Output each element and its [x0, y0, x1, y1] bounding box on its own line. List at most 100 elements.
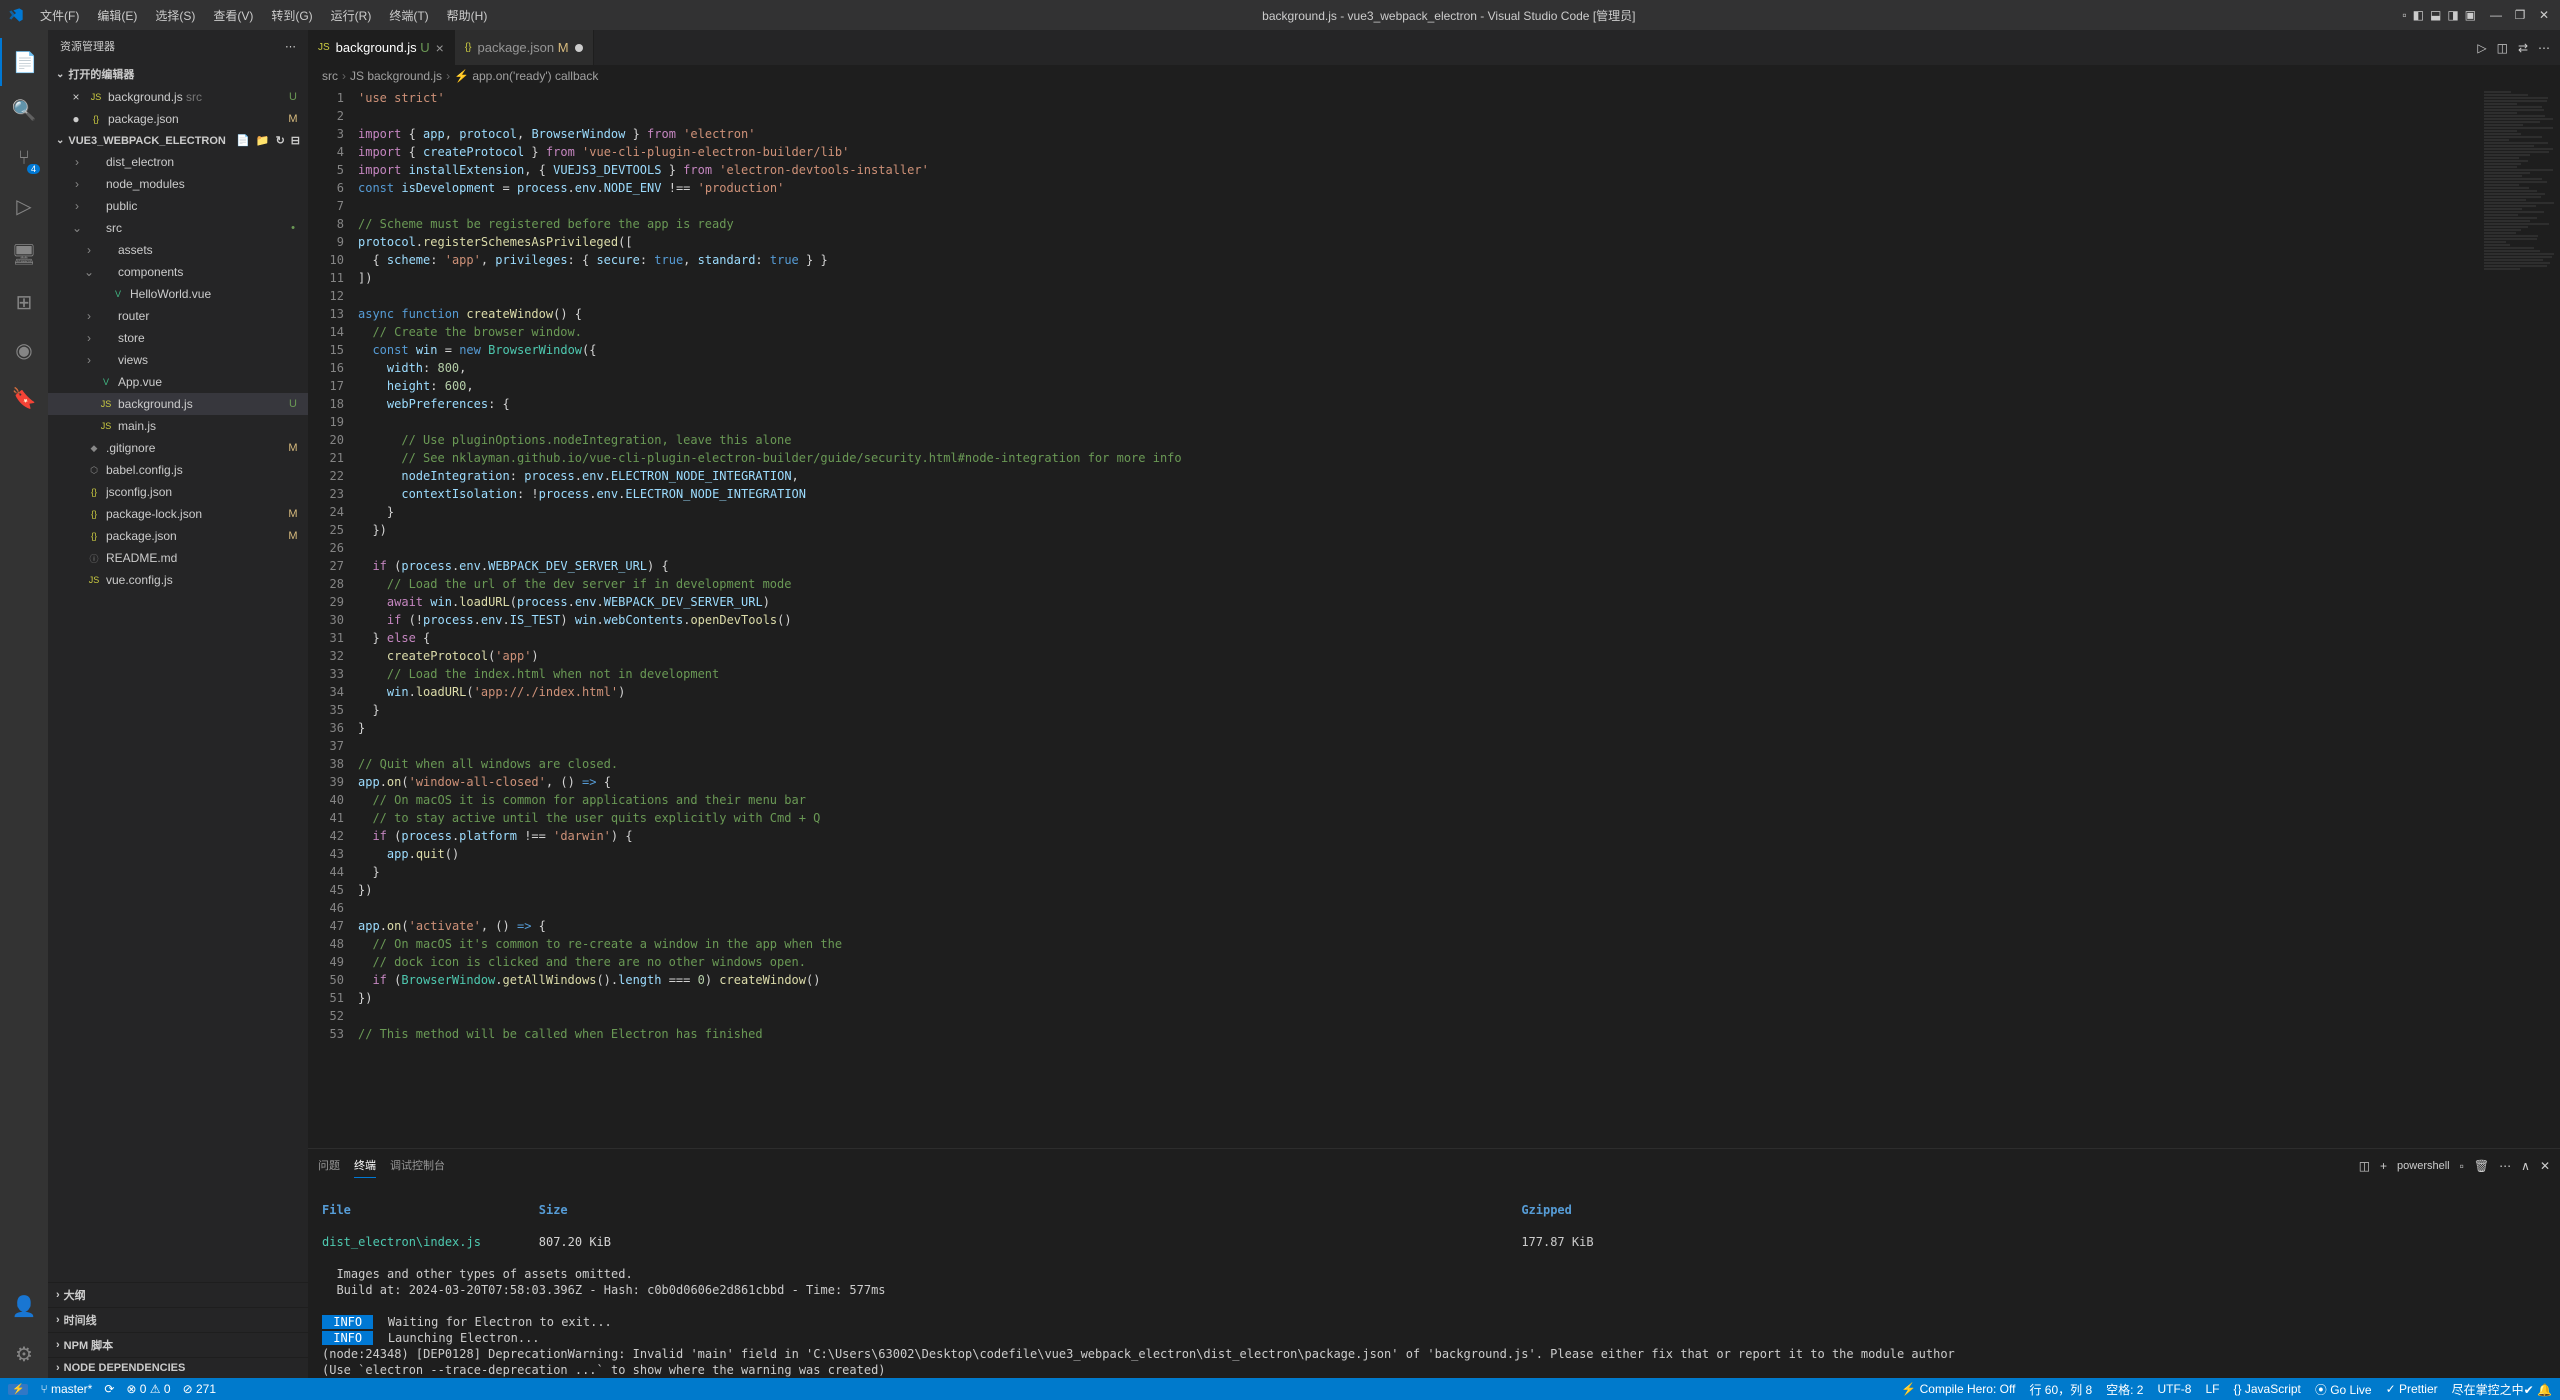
editor-tab[interactable]: JS background.js U × — [308, 30, 455, 65]
diff-icon[interactable]: ⇄ — [2518, 41, 2528, 55]
nodedeps-section[interactable]: ›NODE DEPENDENCIES — [48, 1357, 308, 1378]
menu-item[interactable]: 转到(G) — [263, 3, 320, 28]
file-item[interactable]: ◆ .gitignore M — [48, 437, 308, 459]
folder-item[interactable]: › views — [48, 349, 308, 371]
close-icon[interactable]: × — [68, 90, 84, 104]
panel-plus-icon[interactable]: ▫ — [2460, 1159, 2464, 1173]
maximize-button[interactable]: ❐ — [2512, 8, 2528, 22]
compile-hero-status[interactable]: ⚡ Compile Hero: Off — [1901, 1382, 2015, 1396]
bookmark-activity[interactable]: 🔖 — [0, 374, 48, 422]
menu-item[interactable]: 编辑(E) — [89, 3, 145, 28]
folder-item[interactable]: › assets — [48, 239, 308, 261]
minimap[interactable] — [2480, 87, 2560, 1148]
panel-tab[interactable]: 调试控制台 — [390, 1153, 445, 1178]
panel-tab[interactable]: 问题 — [318, 1153, 340, 1178]
language-status[interactable]: {} JavaScript — [2234, 1382, 2301, 1396]
remote-indicator[interactable]: ⚡ — [8, 1384, 28, 1395]
terminal-output[interactable]: File Size Gzipped dist_electron\index.js — [308, 1178, 2560, 1378]
layout-customize-icon[interactable]: ▣ — [2465, 8, 2476, 22]
git-sync[interactable]: ⟳ — [104, 1382, 114, 1396]
file-item[interactable]: ⬡ babel.config.js — [48, 459, 308, 481]
minimize-button[interactable]: — — [2488, 8, 2504, 22]
file-item[interactable]: {} package-lock.json M — [48, 503, 308, 525]
breadcrumb-item[interactable]: ⚡ app.on('ready') callback — [454, 69, 598, 83]
indentation-status[interactable]: 空格: 2 — [2106, 1381, 2143, 1398]
open-editor-item[interactable]: × JS background.js src U — [48, 86, 308, 108]
layout-panel-bottom-icon[interactable]: ⬓ — [2430, 8, 2441, 22]
menu-item[interactable]: 文件(F) — [32, 3, 87, 28]
panel-tab[interactable]: 终端 — [354, 1153, 376, 1178]
folder-item[interactable]: › router — [48, 305, 308, 327]
golive-status[interactable]: ⦿ Go Live — [2315, 1381, 2372, 1398]
port-status[interactable]: ⊘ 271 — [183, 1382, 216, 1396]
codegeex-activity[interactable]: ◉ — [0, 326, 48, 374]
folder-item[interactable]: › dist_electron — [48, 151, 308, 173]
prettier-status[interactable]: ✓ Prettier — [2386, 1382, 2438, 1396]
panel-split-icon[interactable]: ◫ — [2359, 1159, 2370, 1173]
search-activity[interactable]: 🔍 — [0, 86, 48, 134]
menu-item[interactable]: 选择(S) — [147, 3, 203, 28]
collapse-icon[interactable]: ⊟ — [291, 134, 300, 147]
panel-more-icon[interactable]: ⋯ — [2499, 1159, 2511, 1173]
close-icon[interactable]: ● — [68, 112, 84, 126]
folder-item[interactable]: › public — [48, 195, 308, 217]
close-tab-icon[interactable]: × — [436, 40, 444, 56]
panel-add-icon[interactable]: + — [2380, 1159, 2387, 1173]
menu-item[interactable]: 查看(V) — [205, 3, 261, 28]
problems-status[interactable]: ⊗ 0 ⚠ 0 — [126, 1382, 170, 1396]
editor-tab[interactable]: {} package.json M — [455, 30, 594, 65]
layout-panel-icon[interactable]: ▫ — [2402, 8, 2406, 22]
terminal-shell-label[interactable]: powershell — [2397, 1160, 2450, 1172]
breadcrumb-item[interactable]: JS background.js — [350, 69, 442, 83]
remote-activity[interactable]: 🖥 — [0, 230, 48, 278]
folder-item[interactable]: ⌄ src • — [48, 217, 308, 239]
scm-activity[interactable]: ⑂4 — [0, 134, 48, 182]
timeline-section[interactable]: ›时间线 — [48, 1307, 308, 1332]
cursor-position[interactable]: 行 60，列 8 — [2029, 1381, 2092, 1398]
new-folder-icon[interactable]: 📁 — [256, 134, 270, 147]
notifications-status[interactable]: 尽在掌控之中✔ 🔔 — [2452, 1381, 2552, 1398]
explorer-activity[interactable]: 📄 — [0, 38, 48, 86]
more-icon[interactable]: ⋯ — [2538, 41, 2550, 55]
debug-activity[interactable]: ▷ — [0, 182, 48, 230]
file-item[interactable]: V App.vue — [48, 371, 308, 393]
menu-item[interactable]: 终端(T) — [381, 3, 436, 28]
layout-sidebar-left-icon[interactable]: ◧ — [2413, 8, 2424, 22]
encoding-status[interactable]: UTF-8 — [2157, 1382, 2191, 1396]
new-file-icon[interactable]: 📄 — [236, 134, 250, 147]
folder-item[interactable]: › store — [48, 327, 308, 349]
file-item[interactable]: JS background.js U — [48, 393, 308, 415]
account-activity[interactable]: 👤 — [0, 1282, 48, 1330]
breadcrumb-item[interactable]: src — [322, 69, 338, 83]
close-button[interactable]: ✕ — [2536, 8, 2552, 22]
split-icon[interactable]: ◫ — [2497, 41, 2508, 55]
run-icon[interactable]: ▷ — [2477, 41, 2486, 55]
settings-activity[interactable]: ⚙ — [0, 1330, 48, 1378]
project-header[interactable]: ⌄ VUE3_WEBPACK_ELECTRON 📄 📁 ↻ ⊟ — [48, 130, 308, 151]
folder-item[interactable]: ⌄ components — [48, 261, 308, 283]
open-editors-header[interactable]: ⌄ 打开的编辑器 — [48, 62, 308, 86]
breadcrumb[interactable]: src›JS background.js›⚡ app.on('ready') c… — [308, 65, 2560, 87]
panel-close-icon[interactable]: ✕ — [2540, 1159, 2550, 1173]
refresh-icon[interactable]: ↻ — [276, 134, 285, 147]
npm-section[interactable]: ›NPM 脚本 — [48, 1332, 308, 1357]
panel-max-icon[interactable]: ∧ — [2521, 1159, 2530, 1173]
git-branch[interactable]: ⑂ master* — [40, 1382, 92, 1396]
menu-item[interactable]: 运行(R) — [323, 3, 380, 28]
eol-status[interactable]: LF — [2205, 1382, 2219, 1396]
layout-sidebar-right-icon[interactable]: ◨ — [2447, 8, 2458, 22]
sidebar-more-icon[interactable]: ⋯ — [285, 40, 296, 53]
file-item[interactable]: {} jsconfig.json — [48, 481, 308, 503]
outline-section[interactable]: ›大纲 — [48, 1282, 308, 1307]
panel-kill-icon[interactable]: 🗑 — [2474, 1159, 2489, 1173]
code-editor[interactable]: 'use strict' import { app, protocol, Bro… — [358, 87, 2480, 1148]
file-item[interactable]: ⓘ README.md — [48, 547, 308, 569]
extensions-activity[interactable]: ⊞ — [0, 278, 48, 326]
open-editor-item[interactable]: ● {} package.json M — [48, 108, 308, 130]
file-item[interactable]: JS vue.config.js — [48, 569, 308, 591]
menu-item[interactable]: 帮助(H) — [439, 3, 496, 28]
file-item[interactable]: V HelloWorld.vue — [48, 283, 308, 305]
folder-item[interactable]: › node_modules — [48, 173, 308, 195]
file-item[interactable]: {} package.json M — [48, 525, 308, 547]
file-item[interactable]: JS main.js — [48, 415, 308, 437]
